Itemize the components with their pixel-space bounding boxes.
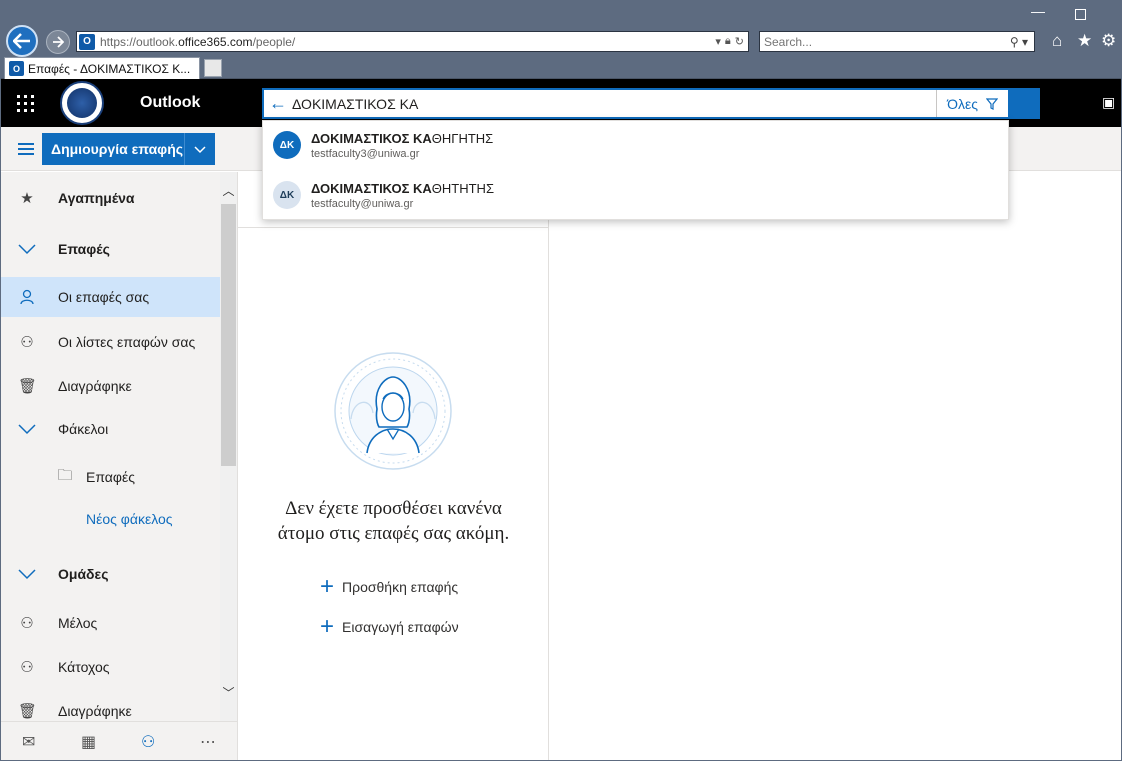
folder-contacts-icon: 🗀︎ (57, 466, 73, 484)
search-back-arrow-icon[interactable]: ← (264, 93, 292, 114)
browser-tab-active[interactable]: O Επαφές - ΔΟΚΙΜΑΣΤΙΚΟΣ Κ... (4, 57, 200, 79)
group-member-icon: ⚇ (20, 615, 34, 632)
avatar: ΔΚ (273, 181, 301, 209)
arrow-left-icon (13, 33, 30, 49)
mail-icon[interactable]: ✉ (22, 732, 35, 752)
trash-icon: 🗑︎ (18, 703, 38, 720)
suggestion-email: testfaculty3@uniwa.gr (311, 148, 420, 160)
favorites-star-icon[interactable]: ★ (1077, 31, 1092, 51)
minimize-button[interactable]: — (1031, 3, 1045, 19)
new-contact-button[interactable]: Δημιουργία επαφής (42, 133, 215, 165)
tab-bar: O Επαφές - ΔΟΚΙΜΑΣΤΙΚΟΣ Κ... (1, 57, 1122, 80)
suggestion-email: testfaculty@uniwa.gr (311, 198, 414, 210)
nav-owner[interactable]: ⚇ Κάτοχος (0, 647, 220, 687)
module-switcher: ✉ ▦ ⚇ ⋯ (0, 721, 238, 761)
tab-title: Επαφές - ΔΟΚΙΜΑΣΤΙΚΟΣ Κ... (28, 61, 191, 76)
contacts-list-pane: Δεν έχετε προσθέσει κανένα άτομο στις επ… (238, 172, 549, 761)
search-icon[interactable]: ⚲ ▾ (1010, 35, 1028, 49)
scroll-down-arrow-icon[interactable]: ﹀ (220, 684, 237, 701)
new-tab-button[interactable] (204, 59, 222, 77)
scroll-thumb[interactable] (221, 204, 236, 466)
nav-folders[interactable]: Φάκελοι (0, 409, 220, 449)
people-search-input[interactable] (292, 95, 937, 112)
people-search-box[interactable]: ← Όλες (262, 88, 1010, 119)
nav-favorites[interactable]: ★ Αγαπημένα (0, 178, 220, 218)
people-icon[interactable]: ⚇ (141, 732, 155, 752)
organization-logo[interactable] (60, 81, 104, 125)
nav-groups[interactable]: Ομάδες (0, 554, 220, 594)
chevron-down-icon[interactable] (185, 142, 215, 157)
hamburger-menu-icon[interactable] (18, 143, 34, 155)
maximize-button[interactable] (1075, 9, 1086, 20)
chevron-down-icon (18, 244, 36, 255)
app-launcher-icon[interactable] (17, 95, 34, 112)
search-suggestions: ΔΚ ΔΟΚΙΜΑΣΤΙΚΟΣ ΚΑΘΗΓΗΤΗΣ testfaculty3@u… (262, 120, 1009, 220)
nav-member[interactable]: ⚇ Μέλος (0, 603, 220, 643)
outlook-favicon-icon: O (9, 61, 24, 76)
nav-new-folder[interactable]: Νέος φάκελος (0, 499, 220, 539)
plus-icon: + (320, 613, 335, 640)
new-contact-label: Δημιουργία επαφής (51, 141, 184, 157)
nav-your-contacts[interactable]: Οι επαφές σας (0, 277, 220, 317)
browser-search-input[interactable] (764, 34, 1010, 49)
nav-your-lists[interactable]: ⚇ Οι λίστες επαφών σας (0, 322, 220, 362)
browser-forward-button[interactable] (46, 30, 70, 54)
lock-icon[interactable]: 🔒︎ (725, 35, 731, 48)
suggestion-name: ΔΟΚΙΜΑΣΤΙΚΟΣ ΚΑΘΗΓΗΤΗΣ (311, 131, 494, 146)
suggestion-item[interactable]: ΔΚ ΔΟΚΙΜΑΣΤΙΚΟΣ ΚΑΘΗΤΗΤΗΣ testfaculty@un… (263, 171, 1010, 221)
address-url[interactable]: https://outlook.office365.com/people/ (100, 35, 715, 49)
add-contact-button[interactable]: + Προσθήκη επαφής (320, 573, 458, 600)
refresh-icon[interactable]: ↻ (735, 35, 744, 48)
suggestion-item[interactable]: ΔΚ ΔΟΚΙΜΑΣΤΙΚΟΣ ΚΑΘΗΓΗΤΗΣ testfaculty3@u… (263, 121, 1010, 171)
suggestion-name: ΔΟΚΙΜΑΣΤΙΚΟΣ ΚΑΘΗΤΗΤΗΣ (311, 181, 494, 196)
trash-icon: 🗑︎ (18, 378, 38, 395)
calendar-icon[interactable]: ▦ (81, 732, 96, 752)
app-title[interactable]: Outlook (140, 94, 200, 112)
nav-contacts-header[interactable]: Επαφές (0, 229, 220, 269)
star-icon: ★ (20, 190, 34, 207)
filter-icon (986, 97, 998, 110)
left-navigation: ★ Αγαπημένα Επαφές Οι επαφές σας ⚇ Οι λί… (0, 172, 238, 721)
nav-scrollbar[interactable]: ︿ ﹀ (220, 172, 237, 721)
skype-icon[interactable]: ▣ (1102, 94, 1120, 112)
search-scope-dropdown[interactable]: Όλες (937, 96, 1008, 112)
chevron-down-icon (18, 569, 36, 580)
reading-pane (549, 172, 1122, 761)
import-contacts-button[interactable]: + Εισαγωγή επαφών (320, 613, 459, 640)
empty-state-message: Δεν έχετε προσθέσει κανένα άτομο στις επ… (277, 498, 510, 544)
nav-deleted[interactable]: 🗑︎ Διαγράφηκε (0, 366, 220, 406)
empty-contacts-illustration (334, 352, 452, 470)
dropdown-arrow-icon[interactable]: ▾ (715, 35, 721, 48)
search-submit-button[interactable] (1010, 88, 1040, 119)
address-bar[interactable]: O https://outlook.office365.com/people/ … (76, 31, 749, 52)
plus-icon: + (320, 573, 335, 600)
group-owner-icon: ⚇ (20, 659, 34, 676)
outlook-favicon-icon: O (79, 33, 95, 50)
settings-gear-icon[interactable]: ⚙ (1101, 31, 1116, 51)
avatar: ΔΚ (273, 131, 301, 159)
nav-folder-contacts[interactable]: 🗀︎ Επαφές (0, 457, 220, 497)
home-icon[interactable]: ⌂ (1052, 31, 1062, 51)
person-icon (20, 289, 34, 305)
nav-deleted-groups[interactable]: 🗑︎ Διαγράφηκε (0, 691, 220, 721)
browser-back-button[interactable] (6, 25, 38, 57)
scroll-up-arrow-icon[interactable]: ︿ (220, 182, 237, 199)
chevron-down-icon (18, 424, 36, 435)
arrow-right-icon (53, 36, 64, 48)
browser-search-box[interactable]: ⚲ ▾ (759, 31, 1035, 52)
browser-chrome: — O https://outlook.office365.com/people… (0, 0, 1122, 79)
more-icon[interactable]: ⋯ (200, 732, 216, 752)
search-scope-label: Όλες (947, 95, 978, 112)
contact-list-icon: ⚇ (20, 334, 34, 351)
